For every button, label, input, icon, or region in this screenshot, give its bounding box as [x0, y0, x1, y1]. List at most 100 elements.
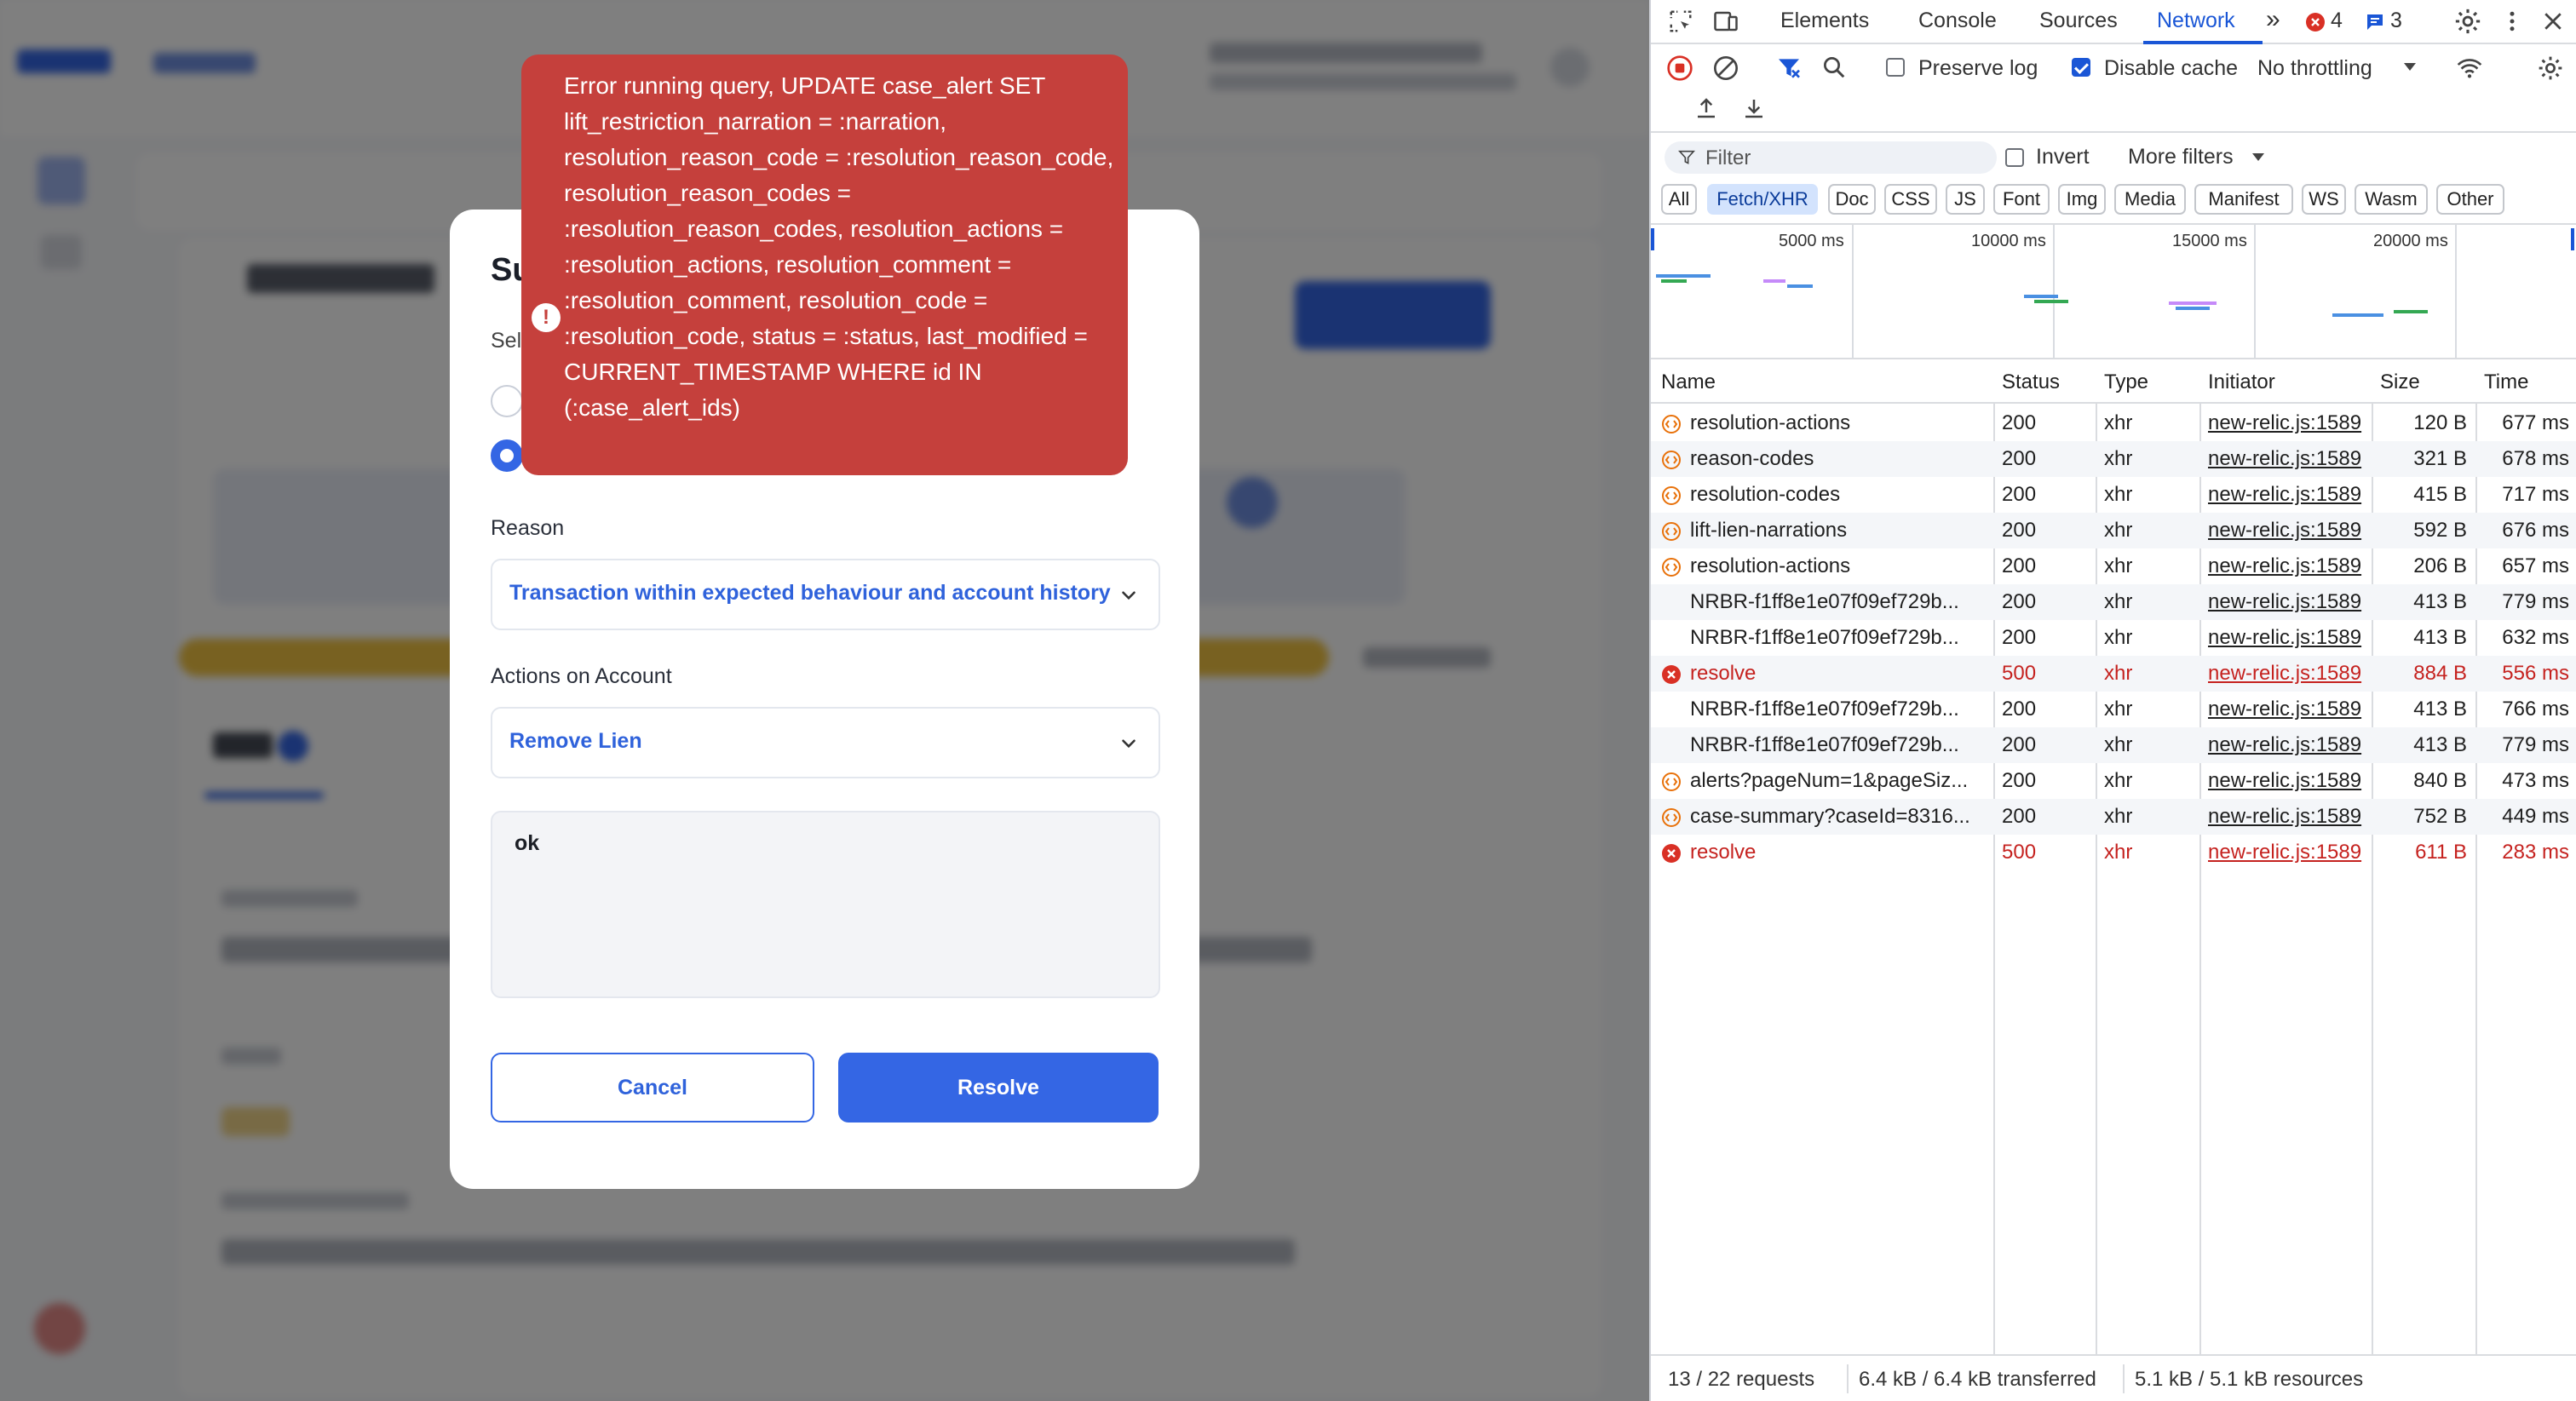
- initiator-cell[interactable]: new-relic.js:1589: [2208, 835, 2366, 870]
- type-filter-css[interactable]: CSS: [1884, 184, 1937, 215]
- reason-select[interactable]: Transaction within expected behaviour an…: [491, 559, 1160, 630]
- network-conditions-icon[interactable]: [2455, 55, 2484, 82]
- type-filter-fetch-xhr[interactable]: Fetch/XHR: [1707, 184, 1818, 215]
- more-options-icon[interactable]: [2499, 9, 2525, 34]
- tab-console[interactable]: Console: [1918, 9, 1997, 33]
- tab-network[interactable]: Network: [2157, 9, 2235, 33]
- type-filter-manifest[interactable]: Manifest: [2194, 184, 2293, 215]
- initiator-cell[interactable]: new-relic.js:1589: [2208, 656, 2366, 692]
- column-header-name[interactable]: Name: [1661, 361, 1716, 404]
- search-icon[interactable]: [1821, 55, 1847, 80]
- table-row[interactable]: lift-lien-narrations 200 xhr new-relic.js:1…: [1651, 513, 2576, 548]
- error-count-icon[interactable]: [2305, 12, 2326, 32]
- type-filter-img[interactable]: Img: [2058, 184, 2106, 215]
- message-count[interactable]: 3: [2390, 9, 2402, 33]
- request-name[interactable]: resolution-actions: [1690, 405, 1988, 441]
- inspect-element-icon[interactable]: [1668, 9, 1693, 34]
- initiator-cell[interactable]: new-relic.js:1589: [2208, 441, 2366, 477]
- message-count-icon[interactable]: [2365, 12, 2385, 32]
- network-settings-gear-icon[interactable]: [2537, 55, 2564, 82]
- initiator-cell[interactable]: new-relic.js:1589: [2208, 477, 2366, 513]
- type-filter-doc[interactable]: Doc: [1828, 184, 1876, 215]
- table-row[interactable]: resolve 500 xhr new-relic.js:1589 611 B 283 m…: [1651, 835, 2576, 870]
- import-har-icon[interactable]: [1693, 95, 1719, 121]
- exclamation-circle-icon: !: [532, 303, 561, 332]
- column-header-type[interactable]: Type: [2104, 361, 2148, 404]
- filter-icon[interactable]: [1775, 55, 1803, 82]
- table-row[interactable]: case-summary?caseId=8316... 200 xhr new-rel…: [1651, 799, 2576, 835]
- clear-icon[interactable]: [1712, 55, 1739, 82]
- error-count[interactable]: 4: [2331, 9, 2343, 33]
- table-row[interactable]: resolution-actions 200 xhr new-relic.js:158…: [1651, 405, 2576, 441]
- column-header-time[interactable]: Time: [2484, 361, 2528, 404]
- request-name[interactable]: resolution-codes: [1690, 477, 1988, 513]
- more-filters-dropdown-icon[interactable]: [2251, 152, 2266, 164]
- request-name[interactable]: NRBR-f1ff8e1e07f09ef729b...: [1690, 584, 1988, 620]
- request-name[interactable]: resolve: [1690, 835, 1988, 870]
- table-row[interactable]: NRBR-f1ff8e1e07f09ef729b... 200 xhr new-rel…: [1651, 727, 2576, 763]
- type-filter-ws[interactable]: WS: [2302, 184, 2346, 215]
- comment-textarea[interactable]: ok: [491, 811, 1160, 998]
- close-icon[interactable]: [2540, 9, 2566, 34]
- column-header-initiator[interactable]: Initiator: [2208, 361, 2275, 404]
- table-row[interactable]: NRBR-f1ff8e1e07f09ef729b... 200 xhr new-rel…: [1651, 584, 2576, 620]
- type-filter-media[interactable]: Media: [2114, 184, 2186, 215]
- type-filter-wasm[interactable]: Wasm: [2355, 184, 2428, 215]
- table-row[interactable]: resolve 500 xhr new-relic.js:1589 884 B 556 m…: [1651, 656, 2576, 692]
- initiator-cell[interactable]: new-relic.js:1589: [2208, 692, 2366, 727]
- initiator-cell[interactable]: new-relic.js:1589: [2208, 405, 2366, 441]
- request-name[interactable]: resolution-actions: [1690, 548, 1988, 584]
- timeline-right-handle[interactable]: [2571, 228, 2574, 250]
- network-overview-timeline[interactable]: 5000 ms 10000 ms 15000 ms 20000 ms: [1651, 223, 2576, 359]
- type-filter-other[interactable]: Other: [2436, 184, 2504, 215]
- request-name[interactable]: NRBR-f1ff8e1e07f09ef729b...: [1690, 620, 1988, 656]
- settings-gear-icon[interactable]: [2453, 7, 2482, 36]
- table-row[interactable]: NRBR-f1ff8e1e07f09ef729b... 200 xhr new-rel…: [1651, 620, 2576, 656]
- invert-checkbox[interactable]: [2005, 148, 2024, 167]
- actions-select[interactable]: Remove Lien: [491, 707, 1160, 778]
- table-row[interactable]: alerts?pageNum=1&pageSiz... 200 xhr new-rel…: [1651, 763, 2576, 799]
- request-name[interactable]: NRBR-f1ff8e1e07f09ef729b...: [1690, 727, 1988, 763]
- column-header-status[interactable]: Status: [2002, 361, 2060, 404]
- table-row[interactable]: resolution-actions 200 xhr new-relic.js:158…: [1651, 548, 2576, 584]
- type-filter-js[interactable]: JS: [1946, 184, 1985, 215]
- request-name[interactable]: resolve: [1690, 656, 1988, 692]
- status-cell: 500: [2002, 662, 2037, 685]
- size-cell: 413 B: [2413, 733, 2467, 756]
- initiator-cell[interactable]: new-relic.js:1589: [2208, 513, 2366, 548]
- initiator-cell[interactable]: new-relic.js:1589: [2208, 584, 2366, 620]
- option-radio-2[interactable]: [491, 439, 523, 472]
- request-name[interactable]: case-summary?caseId=8316...: [1690, 799, 1988, 835]
- table-row[interactable]: reason-codes 200 xhr new-relic.js:1589 321 B…: [1651, 441, 2576, 477]
- column-header-size[interactable]: Size: [2380, 361, 2420, 404]
- request-name[interactable]: NRBR-f1ff8e1e07f09ef729b...: [1690, 692, 1988, 727]
- filter-input[interactable]: Filter: [1665, 141, 1997, 174]
- request-name[interactable]: alerts?pageNum=1&pageSiz...: [1690, 763, 1988, 799]
- disable-cache-checkbox[interactable]: [2072, 58, 2090, 77]
- throttling-select[interactable]: No throttling: [2257, 56, 2372, 81]
- resolve-button[interactable]: Resolve: [838, 1053, 1159, 1123]
- timeline-left-handle[interactable]: [1651, 228, 1654, 250]
- type-filter-all[interactable]: All: [1661, 184, 1697, 215]
- request-name[interactable]: lift-lien-narrations: [1690, 513, 1988, 548]
- tab-sources[interactable]: Sources: [2039, 9, 2118, 33]
- table-row[interactable]: NRBR-f1ff8e1e07f09ef729b... 200 xhr new-rel…: [1651, 692, 2576, 727]
- preserve-log-checkbox[interactable]: [1886, 58, 1905, 77]
- throttling-dropdown-icon[interactable]: [2402, 61, 2418, 73]
- more-tabs-icon[interactable]: »: [2266, 5, 2280, 34]
- initiator-cell[interactable]: new-relic.js:1589: [2208, 799, 2366, 835]
- cancel-button[interactable]: Cancel: [491, 1053, 814, 1123]
- record-stop-icon[interactable]: [1666, 55, 1693, 82]
- device-toolbar-icon[interactable]: [1712, 9, 1739, 34]
- more-filters-button[interactable]: More filters: [2128, 145, 2234, 169]
- option-radio-1[interactable]: [491, 385, 523, 417]
- initiator-cell[interactable]: new-relic.js:1589: [2208, 727, 2366, 763]
- table-row[interactable]: resolution-codes 200 xhr new-relic.js:1589 4…: [1651, 477, 2576, 513]
- initiator-cell[interactable]: new-relic.js:1589: [2208, 763, 2366, 799]
- export-har-icon[interactable]: [1741, 95, 1767, 121]
- initiator-cell[interactable]: new-relic.js:1589: [2208, 548, 2366, 584]
- tab-elements[interactable]: Elements: [1780, 9, 1869, 33]
- initiator-cell[interactable]: new-relic.js:1589: [2208, 620, 2366, 656]
- request-name[interactable]: reason-codes: [1690, 441, 1988, 477]
- type-filter-font[interactable]: Font: [1993, 184, 2050, 215]
